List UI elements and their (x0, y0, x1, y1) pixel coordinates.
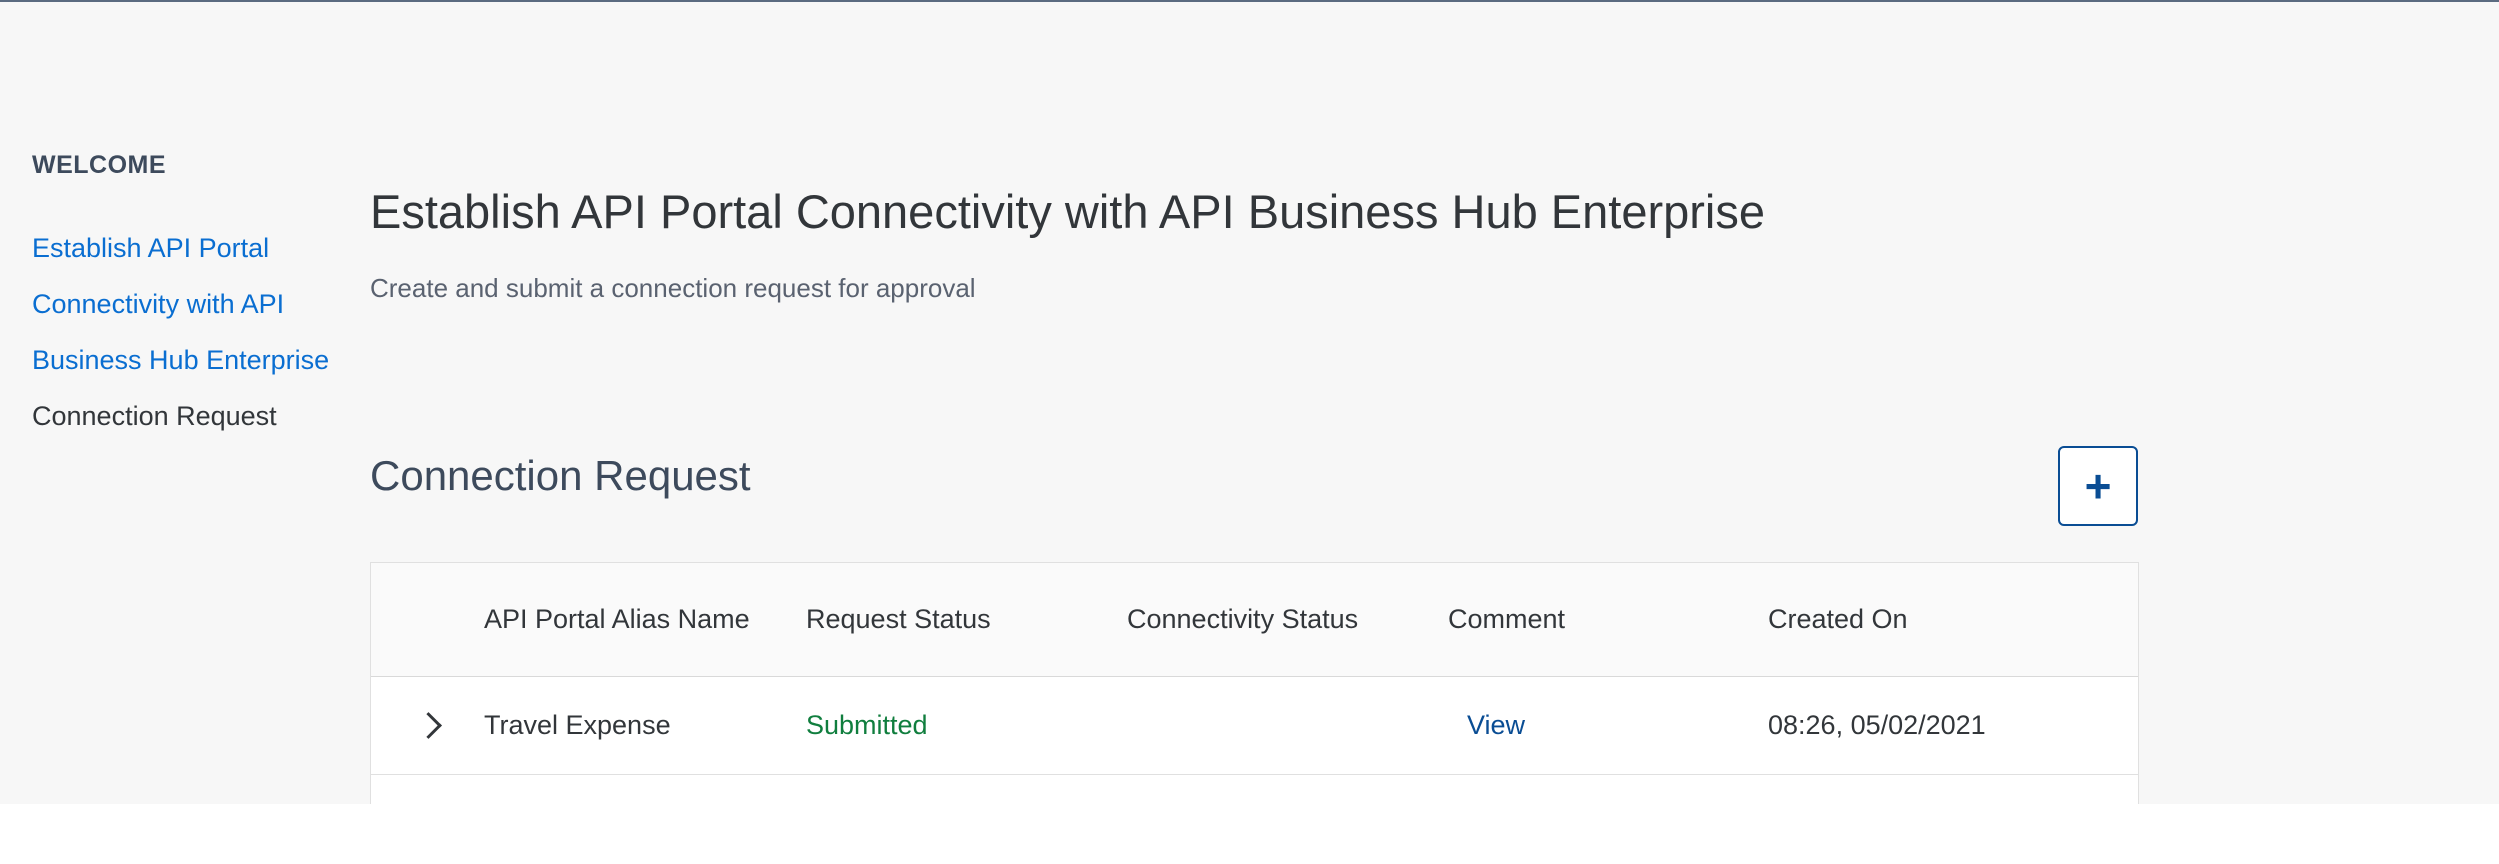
page-title: Establish API Portal Connectivity with A… (370, 185, 1765, 238)
sidebar-item-connection-request[interactable]: Connection Request (32, 388, 362, 444)
connection-request-table: API Portal Alias Name Request Status Con… (370, 562, 2139, 804)
column-header-request-status: Request Status (806, 604, 991, 634)
plus-icon: + (2084, 460, 2112, 512)
sidebar-link-establish-line3[interactable]: Business Hub Enterprise (32, 332, 362, 388)
expand-row-button[interactable] (411, 677, 451, 774)
page-subtitle: Create and submit a connection request f… (370, 273, 976, 303)
table-header-row: API Portal Alias Name Request Status Con… (371, 563, 2138, 677)
app-root: WELCOME Establish API Portal Connectivit… (0, 0, 2499, 804)
cell-request-status: Submitted (806, 710, 928, 740)
column-header-comment: Comment (1448, 604, 1566, 634)
table-row-partial (371, 775, 2138, 804)
column-header-created-on: Created On (1768, 604, 1908, 634)
sidebar-heading: WELCOME (32, 151, 167, 179)
view-comment-link[interactable]: View (1467, 677, 1525, 774)
cell-alias: Travel Expense (484, 710, 671, 740)
cell-created-on: 08:26, 05/02/2021 (1768, 710, 1986, 740)
section-title: Connection Request (370, 452, 751, 499)
table-row[interactable]: Travel Expense Submitted View 08:26, 05/… (371, 677, 2138, 775)
sidebar-link-establish-line1[interactable]: Establish API Portal (32, 220, 362, 276)
add-connection-request-button[interactable]: + (2058, 446, 2138, 526)
column-header-connectivity-status: Connectivity Status (1127, 604, 1359, 634)
chevron-right-icon (414, 712, 442, 739)
sidebar: WELCOME Establish API Portal Connectivit… (32, 150, 362, 444)
sidebar-link-establish-line2[interactable]: Connectivity with API (32, 276, 362, 332)
column-header-alias: API Portal Alias Name (484, 604, 750, 634)
